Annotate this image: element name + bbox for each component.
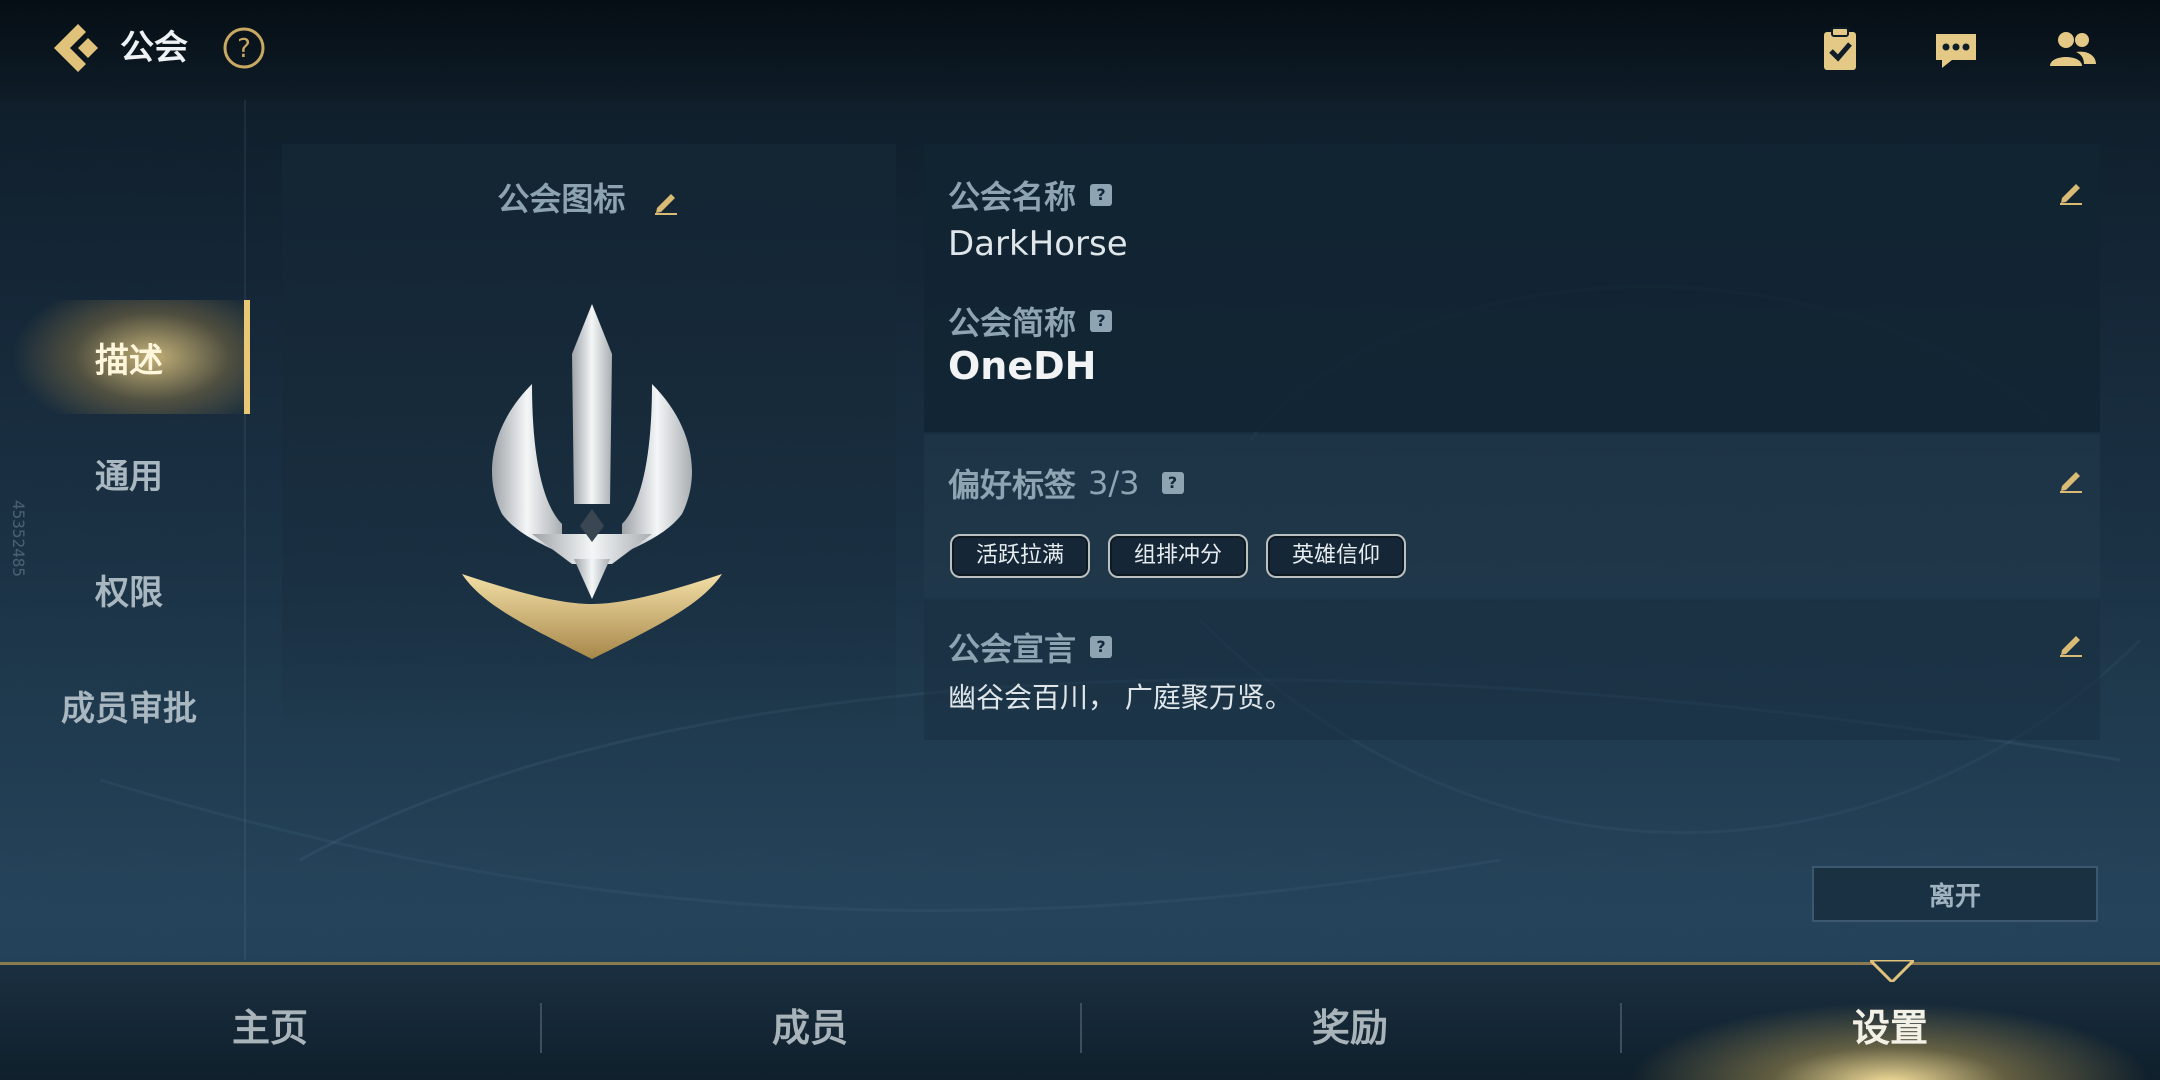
svg-text:?: ?: [237, 34, 251, 64]
help-button[interactable]: ?: [222, 26, 266, 70]
emblem-panel: 公会图标: [282, 144, 896, 744]
tag-chip: 英雄信仰: [1266, 534, 1407, 578]
tab-home[interactable]: 主页: [0, 965, 540, 1080]
edit-tags-button[interactable]: [2056, 464, 2086, 494]
preference-tags-panel: 偏好标签 3/3 ? 活跃拉满 组排冲分 英雄信仰: [924, 434, 2100, 598]
tag-chip: 活跃拉满: [950, 534, 1091, 578]
tag-chip: 组排冲分: [1108, 534, 1249, 578]
tab-label: 设置: [1851, 1005, 1928, 1050]
chat-button[interactable]: [1930, 24, 1982, 76]
side-item-label: 成员审批: [61, 688, 197, 729]
guild-motto-panel: 公会宣言 ? 幽谷会百川， 广庭聚万贤。: [924, 600, 2100, 740]
guild-motto-label: 公会宣言 ?: [948, 624, 1113, 670]
tab-settings[interactable]: 设置: [1620, 965, 2160, 1080]
build-id: 45352485: [9, 500, 28, 578]
guild-name-panel: 公会名称 ? DarkHorse 公会简称 ? OneDH: [924, 144, 2100, 432]
bottom-tab-bar: 主页 成员 奖励 设置: [0, 962, 2160, 1080]
friends-icon: [2050, 32, 2096, 66]
guild-short-name-value: OneDH: [948, 344, 1097, 388]
task-check-icon: [1824, 27, 1856, 70]
chat-icon: [1936, 34, 1976, 68]
edit-motto-button[interactable]: [2056, 628, 2086, 658]
pencil-icon: [2060, 472, 2082, 493]
pencil-icon: [654, 194, 677, 215]
pencil-icon: [2060, 184, 2082, 205]
page-title: 公会: [120, 28, 188, 68]
guild-short-name-label: 公会简称 ?: [948, 298, 1113, 344]
side-nav: 描述 通用 权限 成员审批: [0, 100, 250, 960]
back-button[interactable]: [48, 20, 104, 76]
side-item-label: 描述: [95, 340, 163, 381]
side-item-label: 通用: [95, 456, 163, 497]
emblem-title-label: 公会图标: [497, 180, 626, 218]
tab-label: 主页: [231, 1005, 308, 1050]
leave-button[interactable]: 离开: [1812, 866, 2098, 922]
guild-motto-value: 幽谷会百川， 广庭聚万贤。: [948, 681, 1293, 714]
tag-list: 活跃拉满 组排冲分 英雄信仰: [950, 534, 1407, 578]
top-bar: 公会 ?: [0, 0, 2160, 100]
preference-tags-label: 偏好标签 3/3 ?: [948, 460, 1184, 506]
side-item-member-approval[interactable]: 成员审批: [14, 648, 244, 762]
guild-emblem-icon: [462, 304, 722, 659]
leave-button-label: 离开: [1928, 881, 1981, 912]
question-icon[interactable]: ?: [1090, 636, 1113, 658]
side-item-general[interactable]: 通用: [14, 416, 244, 530]
side-item-permissions[interactable]: 权限: [14, 532, 244, 646]
emblem-panel-title: 公会图标: [282, 174, 896, 220]
guild-name-label: 公会名称 ?: [948, 172, 1113, 218]
side-item-label: 权限: [95, 572, 163, 613]
tab-label: 成员: [771, 1005, 848, 1050]
friends-button[interactable]: [2046, 24, 2098, 76]
active-tab-caret-icon: [1870, 960, 1914, 982]
tab-members[interactable]: 成员: [540, 965, 1080, 1080]
back-icon: [54, 24, 98, 72]
help-icon: ?: [223, 27, 265, 69]
edit-emblem-button[interactable]: [651, 186, 681, 216]
question-icon[interactable]: ?: [1090, 310, 1113, 332]
tab-rewards[interactable]: 奖励: [1080, 965, 1620, 1080]
guild-name-value: DarkHorse: [948, 224, 1128, 264]
edit-name-button[interactable]: [2056, 176, 2086, 206]
tab-label: 奖励: [1311, 1005, 1388, 1050]
question-icon[interactable]: ?: [1161, 472, 1184, 494]
pencil-icon: [2060, 636, 2082, 657]
task-button[interactable]: [1814, 24, 1866, 76]
question-icon[interactable]: ?: [1090, 184, 1113, 206]
side-item-description[interactable]: 描述: [14, 300, 250, 414]
tags-count: 3/3: [1088, 464, 1140, 502]
